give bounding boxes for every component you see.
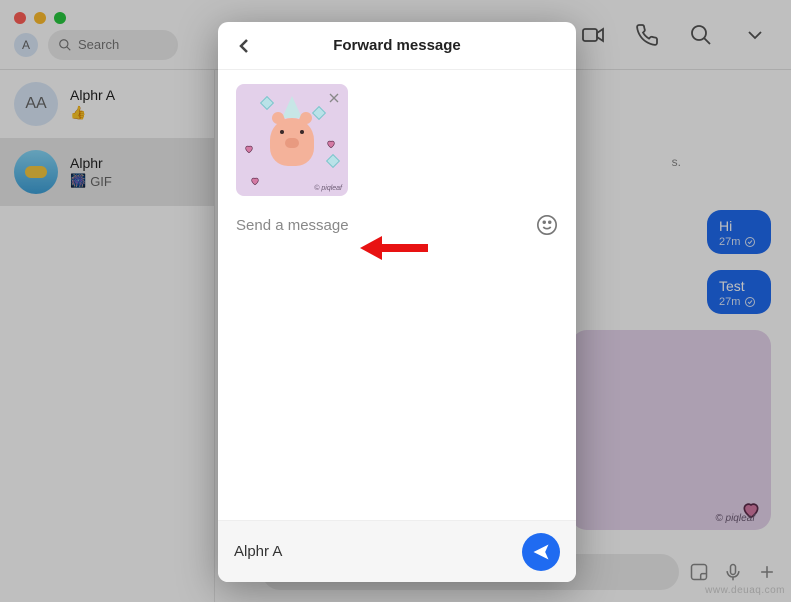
topbar-actions	[581, 23, 775, 47]
sticker-message[interactable]: © piqleaf	[571, 330, 771, 530]
modal-header: Forward message	[218, 22, 576, 70]
diamond-icon	[312, 106, 326, 120]
sticker-signature: © piqleaf	[314, 185, 342, 192]
watermark: www.deuaq.com	[705, 585, 785, 596]
search-placeholder: Search	[78, 37, 119, 52]
message-meta: 27m	[719, 236, 759, 248]
send-button[interactable]	[522, 533, 560, 571]
message-text: Hi	[719, 218, 759, 234]
back-button[interactable]	[232, 34, 256, 58]
attachment-thumbnail[interactable]: © piqleaf	[236, 84, 348, 196]
current-user-avatar[interactable]: A	[14, 33, 38, 57]
forward-recipient-name: Alphr A	[234, 543, 522, 560]
modal-footer: Alphr A	[218, 520, 576, 582]
avatar: AA	[14, 82, 58, 126]
diamond-icon	[326, 154, 340, 168]
sticker-signature: © piqleaf	[715, 513, 755, 524]
video-call-icon[interactable]	[581, 23, 605, 47]
search-chat-icon[interactable]	[689, 23, 713, 47]
forward-message-input[interactable]: Send a message	[236, 217, 536, 234]
add-attachment-icon[interactable]	[757, 562, 777, 582]
message-text: Test	[719, 278, 759, 294]
conversation-name: Alphr A	[70, 87, 115, 103]
forward-message-modal: Forward message © piqleaf Send a message	[218, 22, 576, 582]
pig-sticker-illustration	[270, 118, 314, 166]
message-meta: 27m	[719, 296, 759, 308]
conversation-name: Alphr	[70, 155, 112, 171]
message-bubble-sent[interactable]: Hi 27m	[707, 210, 771, 254]
message-bubble-sent[interactable]: Test 27m	[707, 270, 771, 314]
conversation-item[interactable]: Alphr 🎆 GIF	[0, 138, 214, 206]
conversation-preview: 👍	[70, 105, 115, 121]
phone-call-icon[interactable]	[635, 23, 659, 47]
modal-title: Forward message	[333, 37, 461, 54]
diamond-icon	[260, 96, 274, 110]
heart-icon	[326, 139, 336, 149]
heart-icon	[250, 176, 260, 186]
read-receipt-icon	[744, 236, 756, 248]
conversation-preview: 🎆 GIF	[70, 173, 112, 189]
avatar	[14, 150, 58, 194]
search-icon	[58, 38, 72, 52]
conversation-sidebar: AA Alphr A 👍 Alphr 🎆 GIF	[0, 70, 215, 602]
heart-icon	[244, 144, 254, 154]
search-input[interactable]: Search	[48, 30, 178, 60]
window-minimize-button[interactable]	[34, 12, 46, 24]
read-receipt-icon	[744, 296, 756, 308]
conversation-item[interactable]: AA Alphr A 👍	[0, 70, 214, 138]
window-maximize-button[interactable]	[54, 12, 66, 24]
window-traffic-lights	[14, 12, 66, 24]
send-icon	[531, 542, 551, 562]
emoji-picker-icon[interactable]	[536, 214, 558, 236]
microphone-icon[interactable]	[723, 562, 743, 582]
sticker-picker-icon[interactable]	[689, 562, 709, 582]
remove-attachment-icon[interactable]	[326, 90, 342, 106]
window-close-button[interactable]	[14, 12, 26, 24]
chat-header-fragment: s.	[672, 155, 681, 169]
chevron-down-icon[interactable]	[743, 23, 767, 47]
